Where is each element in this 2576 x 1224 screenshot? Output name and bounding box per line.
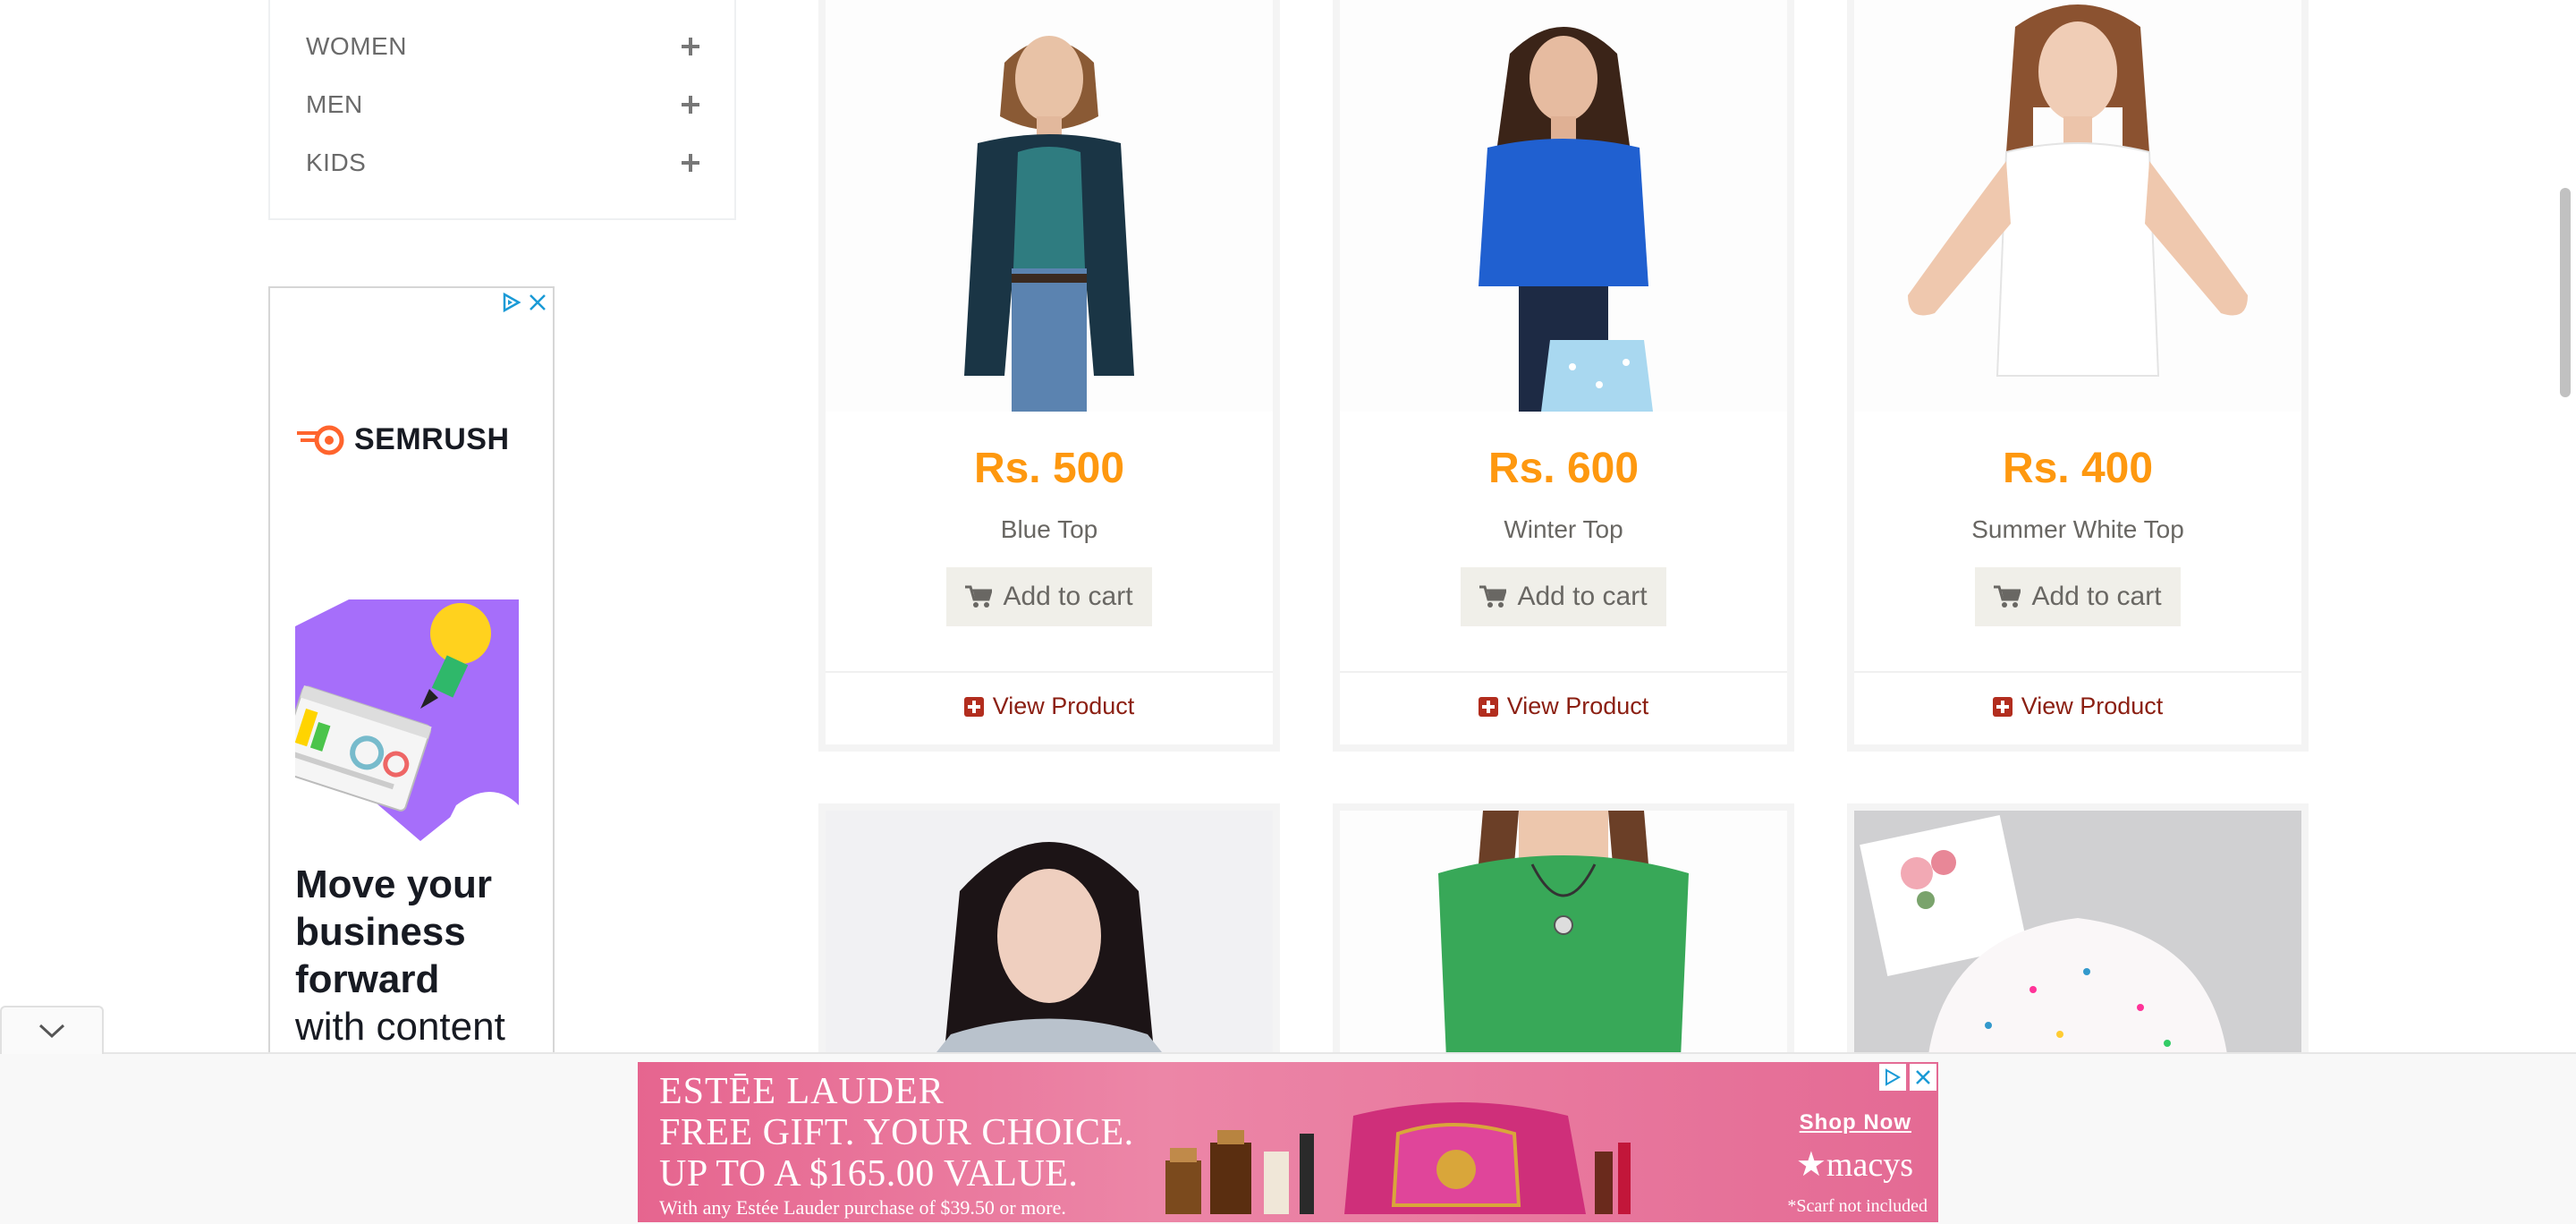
add-to-cart-label: Add to cart xyxy=(1517,582,1648,611)
view-product-link[interactable]: View Product xyxy=(1340,693,1787,720)
semrush-logo: SEMRUSH xyxy=(295,422,510,457)
product-image[interactable] xyxy=(826,811,1273,1079)
adchoices-icon[interactable] xyxy=(501,292,522,313)
headline-line: with content xyxy=(295,1005,505,1049)
adchoices-icon[interactable] xyxy=(1879,1064,1906,1091)
add-to-cart-button[interactable]: Add to cart xyxy=(1461,567,1666,626)
macys-logo: ★macys xyxy=(1795,1146,1913,1184)
category-panel: WOMEN MEN KIDS xyxy=(268,0,736,220)
product-image[interactable] xyxy=(1340,0,1787,412)
view-product-link[interactable]: View Product xyxy=(826,693,1273,720)
ad-line: UP TO A $165.00 VALUE. xyxy=(659,1153,1079,1194)
view-product-link[interactable]: View Product xyxy=(1854,693,2301,720)
ad-fine-print: With any Estée Lauder purchase of $39.50… xyxy=(659,1196,1066,1219)
add-to-cart-button[interactable]: Add to cart xyxy=(946,567,1152,626)
product-price: Rs. 400 xyxy=(2002,445,2154,492)
collapse-ad-tab[interactable] xyxy=(0,1006,104,1054)
kids-dress-photo xyxy=(1854,811,2301,1079)
headline-line: forward xyxy=(295,957,440,1001)
close-icon[interactable] xyxy=(528,293,547,312)
product-lineup-illustration xyxy=(1165,1102,1631,1214)
product-card: Rs. 500 Blue Top Add to cart View Produc… xyxy=(818,0,1280,752)
product-name: Winter Top xyxy=(1504,515,1623,543)
semrush-flame-icon xyxy=(297,425,344,455)
plus-icon[interactable] xyxy=(682,154,699,172)
headline-line: business xyxy=(295,910,466,954)
view-product-label: View Product xyxy=(2021,693,2164,719)
ad-copy: ESTĒE LAUDER FREE GIFT. YOUR CHOICE. UP … xyxy=(659,1071,1134,1221)
product-card: Rs. 400 Summer White Top Add to cart Vie… xyxy=(1847,0,2309,752)
semrush-ad[interactable]: SEMRUSH Move your business forward with … xyxy=(268,286,555,1056)
category-label: MEN xyxy=(306,90,363,118)
product-image[interactable] xyxy=(826,0,1273,412)
product-image[interactable] xyxy=(1340,811,1787,1079)
category-kids[interactable]: KIDS xyxy=(306,145,699,181)
add-to-cart-label: Add to cart xyxy=(1003,582,1133,611)
cart-icon xyxy=(1479,585,1507,608)
card-divider xyxy=(1854,671,2301,673)
card-divider xyxy=(1340,671,1787,673)
category-women[interactable]: WOMEN xyxy=(306,29,699,64)
product-image[interactable] xyxy=(1854,0,2301,412)
marketing-illustration xyxy=(295,599,519,841)
product-name: Blue Top xyxy=(1000,515,1098,543)
category-label: KIDS xyxy=(306,149,367,176)
ad-headline: Move your business forward with content xyxy=(295,861,546,1050)
page-scrollbar[interactable] xyxy=(2555,0,2576,1056)
close-icon[interactable] xyxy=(1910,1064,1936,1091)
scrollbar-thumb[interactable] xyxy=(2560,188,2571,397)
plus-icon[interactable] xyxy=(682,96,699,114)
plus-icon[interactable] xyxy=(682,38,699,55)
category-label: WOMEN xyxy=(306,32,407,60)
floral-blouse-photo xyxy=(826,811,1273,1079)
summer-white-top-photo xyxy=(1854,0,2301,412)
card-divider xyxy=(826,671,1273,673)
product-price: Rs. 600 xyxy=(1487,445,1640,492)
plus-square-icon xyxy=(1992,696,2012,717)
add-to-cart-button[interactable]: Add to cart xyxy=(1975,567,2181,626)
winter-top-photo xyxy=(1340,0,1787,412)
shop-now-link[interactable]: Shop Now xyxy=(1800,1110,1911,1135)
product-price: Rs. 500 xyxy=(973,445,1125,492)
scarf-note: *Scarf not included xyxy=(1787,1196,1928,1216)
ad-choices[interactable] xyxy=(1879,1064,1936,1091)
green-top-photo xyxy=(1340,811,1787,1079)
ad-brand: ESTĒE LAUDER xyxy=(659,1071,945,1112)
blue-top-photo xyxy=(826,0,1273,412)
ad-choices[interactable] xyxy=(501,292,547,313)
product-card: Rs. 600 Winter Top Add to cart View Prod… xyxy=(1333,0,1794,752)
category-men[interactable]: MEN xyxy=(306,87,699,123)
cart-icon xyxy=(965,585,993,608)
add-to-cart-label: Add to cart xyxy=(2031,582,2162,611)
headline-line: Move your xyxy=(295,863,493,906)
product-image[interactable] xyxy=(1854,811,2301,1079)
plus-square-icon xyxy=(1478,696,1498,717)
estee-lauder-ad[interactable]: ESTĒE LAUDER FREE GIFT. YOUR CHOICE. UP … xyxy=(638,1062,1938,1222)
cart-icon xyxy=(1994,585,2021,608)
ad-line: FREE GIFT. YOUR CHOICE. xyxy=(659,1112,1134,1153)
view-product-label: View Product xyxy=(1506,693,1649,719)
product-name: Summer White Top xyxy=(1971,515,2184,543)
semrush-brand: SEMRUSH xyxy=(354,422,510,456)
plus-square-icon xyxy=(963,696,984,717)
view-product-label: View Product xyxy=(992,693,1135,719)
chevron-down-icon xyxy=(38,1024,65,1039)
